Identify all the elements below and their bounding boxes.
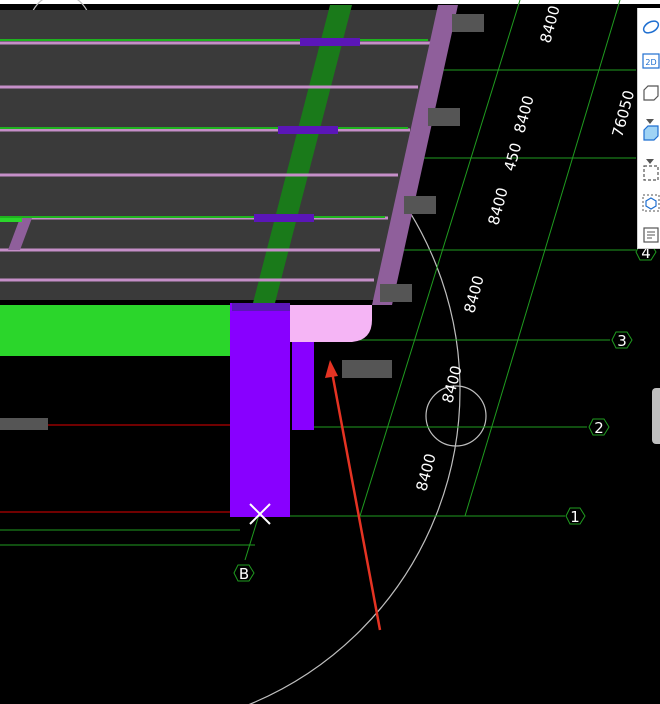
orbit-icon[interactable] [641, 16, 660, 38]
dimension-label: 8400 [438, 363, 465, 405]
main-column[interactable] [230, 303, 290, 517]
dimension-label: 8400 [484, 185, 511, 227]
axis-bubble-1[interactable]: 1 [565, 507, 586, 526]
properties-list-icon[interactable] [641, 224, 660, 246]
selection-box-icon[interactable] [641, 162, 660, 184]
svg-text:B: B [239, 565, 249, 583]
axis-bubble-2[interactable]: 2 [588, 418, 610, 437]
3d-scene[interactable]: 8400 8400 450 8400 8400 8400 8400 76050 … [0, 0, 660, 704]
cube-select-icon[interactable] [641, 192, 660, 214]
svg-text:3: 3 [617, 332, 627, 350]
dimension-label: 8400 [510, 93, 537, 135]
dimension-label: 8400 [412, 451, 439, 493]
green-edge-beam[interactable] [0, 305, 232, 356]
dimension-label: 76050 [608, 88, 638, 139]
annotation-arrow [330, 371, 382, 631]
dimension-label: 8400 [536, 3, 563, 45]
chevron-down-icon[interactable] [646, 150, 656, 164]
column-cap [232, 303, 290, 311]
axis-bubble-3[interactable]: 3 [611, 331, 633, 350]
dimension-label: 450 [500, 141, 525, 173]
2d-view-icon[interactable]: 2D [641, 50, 660, 72]
chevron-down-icon[interactable] [646, 110, 656, 124]
corner-beam[interactable] [290, 305, 372, 342]
dimension-label: 8400 [460, 273, 487, 315]
svg-text:2D: 2D [645, 58, 656, 67]
model-viewport[interactable]: 8400 8400 450 8400 8400 8400 8400 76050 … [0, 0, 660, 704]
arrow-head [325, 360, 338, 378]
secondary-column[interactable] [292, 342, 314, 430]
box-view-icon[interactable] [641, 82, 660, 104]
floor-slab[interactable] [0, 10, 440, 300]
side-panel-handle[interactable] [652, 388, 660, 444]
solid-box-icon[interactable] [641, 122, 660, 144]
svg-text:1: 1 [570, 508, 580, 526]
view-toolbar: 2D [637, 8, 660, 249]
axis-bubble-B[interactable]: B [233, 564, 255, 583]
svg-text:2: 2 [594, 419, 604, 437]
green-beam-stub [0, 218, 22, 222]
